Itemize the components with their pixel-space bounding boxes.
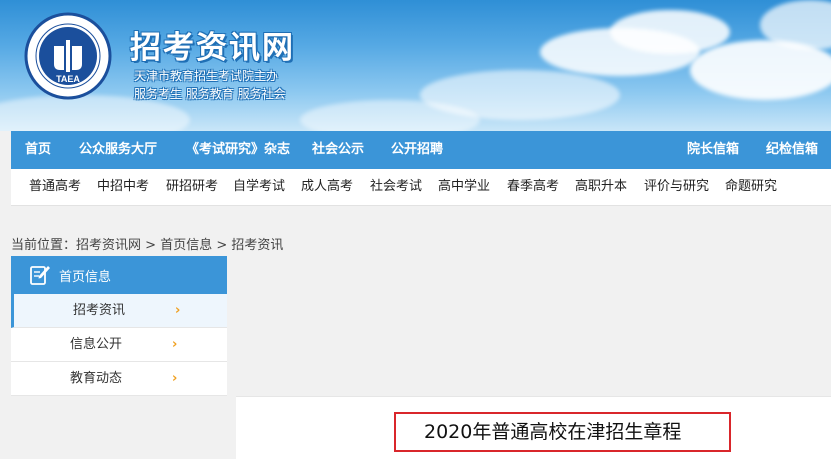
slogan-organizer: 天津市教育招生考试院主办 bbox=[134, 69, 279, 83]
subnav-item[interactable]: 研招研考 bbox=[166, 169, 218, 205]
sidebar-item-info-disclosure[interactable]: 信息公开 › bbox=[11, 328, 227, 362]
subnav-item[interactable]: 中招中考 bbox=[97, 169, 149, 205]
subnav-item[interactable]: 高职升本 bbox=[575, 169, 627, 205]
breadcrumb-link-site[interactable]: 招考资讯网 bbox=[76, 238, 141, 253]
nav-home[interactable]: 首页 bbox=[25, 131, 51, 169]
site-logo[interactable]: TAEA bbox=[24, 12, 112, 100]
nav-recruitment[interactable]: 公开招聘 bbox=[391, 131, 443, 169]
chevron-right-icon: › bbox=[172, 371, 178, 386]
subnav-item[interactable]: 社会考试 bbox=[370, 169, 422, 205]
breadcrumb-separator: > bbox=[212, 238, 232, 253]
header-banner: TAEA 招考资讯网 天津市教育招生考试院主办 服务考生 服务教育 服务社会 bbox=[0, 0, 831, 131]
subnav-item[interactable]: 高中学业 bbox=[438, 169, 490, 205]
sidebar-item-label: 信息公开 bbox=[69, 337, 122, 352]
nav-public-service-hall[interactable]: 公众服务大厅 bbox=[79, 131, 157, 169]
breadcrumb-separator: > bbox=[141, 238, 161, 253]
sidebar: 首页信息 招考资讯 › 信息公开 › 教育动态 › bbox=[11, 256, 227, 396]
sidebar-item-education-news[interactable]: 教育动态 › bbox=[11, 362, 227, 396]
sidebar-item-label: 教育动态 bbox=[69, 371, 122, 386]
sidebar-header: 首页信息 bbox=[11, 256, 227, 294]
breadcrumb-prefix: 当前位置： bbox=[11, 238, 77, 253]
subnav-item[interactable]: 命题研究 bbox=[725, 169, 777, 205]
sidebar-item-admission-news[interactable]: 招考资讯 › bbox=[11, 294, 227, 328]
article-panel: 2020年普通高校在津招生章程 bbox=[236, 396, 831, 459]
subnav-item[interactable]: 普通高考 bbox=[29, 169, 81, 205]
edit-note-icon bbox=[30, 266, 50, 285]
nav-exam-research-magazine[interactable]: 《考试研究》杂志 bbox=[186, 131, 290, 169]
breadcrumb-link-current[interactable]: 招考资讯 bbox=[231, 238, 283, 253]
sidebar-title: 首页信息 bbox=[59, 269, 112, 285]
breadcrumb: 当前位置：招考资讯网 > 首页信息 > 招考资讯 bbox=[11, 234, 283, 253]
subnav-item[interactable]: 评价与研究 bbox=[644, 169, 709, 205]
sidebar-item-label: 招考资讯 bbox=[72, 303, 125, 318]
sub-nav: 普通高考 中招中考 研招研考 自学考试 成人高考 社会考试 高中学业 春季高考 … bbox=[11, 169, 831, 206]
chevron-right-icon: › bbox=[172, 337, 178, 352]
main-nav: 首页 公众服务大厅 《考试研究》杂志 社会公示 公开招聘 院长信箱 纪检信箱 bbox=[11, 131, 831, 169]
subnav-item[interactable]: 春季高考 bbox=[507, 169, 559, 205]
logo-text: TAEA bbox=[56, 74, 80, 84]
article-title: 2020年普通高校在津招生章程 bbox=[394, 412, 731, 452]
chevron-right-icon: › bbox=[175, 303, 181, 318]
nav-discipline-mailbox[interactable]: 纪检信箱 bbox=[766, 131, 818, 169]
nav-public-notice[interactable]: 社会公示 bbox=[312, 131, 364, 169]
nav-president-mailbox[interactable]: 院长信箱 bbox=[687, 131, 739, 169]
subnav-item[interactable]: 成人高考 bbox=[301, 169, 353, 205]
slogan-motto: 服务考生 服务教育 服务社会 bbox=[134, 87, 286, 101]
breadcrumb-link-home-info[interactable]: 首页信息 bbox=[160, 238, 212, 253]
subnav-item[interactable]: 自学考试 bbox=[233, 169, 285, 205]
site-title[interactable]: 招考资讯网 bbox=[130, 22, 295, 67]
